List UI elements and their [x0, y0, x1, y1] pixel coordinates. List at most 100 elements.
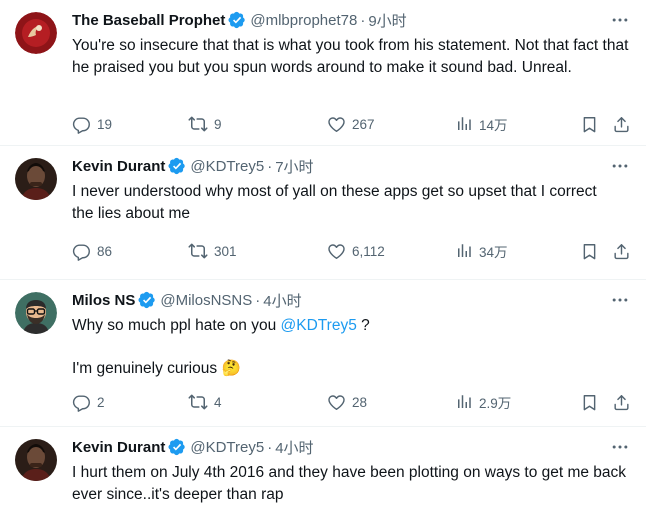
reply-count: 86 — [97, 243, 113, 259]
retweet-icon — [188, 392, 208, 412]
tweet-card[interactable]: Milos NS @MilosNSNS · 4小时 Why so much pp… — [0, 280, 646, 427]
retweet-button[interactable]: 9 — [188, 113, 222, 135]
tweet-card[interactable]: Kevin Durant @KDTrey5 · 4小时 I hurt them … — [0, 427, 646, 503]
tweet-text: I never understood why most of yall on t… — [72, 181, 612, 224]
action-bar: 86 301 6,112 34万 — [72, 240, 637, 262]
tweet-card[interactable]: The Baseball Prophet @mlbprophet78 · 9小时… — [0, 0, 646, 146]
tweet-card[interactable]: Kevin Durant @KDTrey5 · 7小时 I never unde… — [0, 146, 646, 280]
avatar[interactable] — [15, 292, 57, 334]
timestamp[interactable]: 9小时 — [368, 10, 406, 31]
reply-button[interactable]: 86 — [72, 240, 112, 262]
action-bar: 19 9 267 14万 — [72, 113, 637, 135]
display-name[interactable]: Milos NS — [72, 292, 135, 309]
tweet-text-content: I'm genuinely curious — [72, 359, 218, 377]
bookmark-button[interactable] — [580, 113, 599, 135]
more-options-icon[interactable] — [608, 437, 632, 457]
avatar-image — [15, 439, 57, 481]
reply-count: 2 — [97, 394, 105, 410]
views-analytics-icon — [455, 393, 473, 411]
retweet-count: 9 — [214, 116, 222, 132]
retweet-count: 4 — [214, 394, 222, 410]
mention-link[interactable]: @KDTrey5 — [281, 317, 357, 334]
views-analytics-icon — [455, 242, 473, 260]
display-name[interactable]: The Baseball Prophet — [72, 12, 225, 29]
timestamp[interactable]: 4小时 — [275, 437, 313, 458]
user-handle[interactable]: @MilosNSNS — [160, 292, 252, 309]
like-button[interactable]: 6,112 — [327, 240, 385, 262]
share-button[interactable] — [612, 391, 631, 413]
retweet-icon — [188, 114, 208, 134]
user-handle[interactable]: @KDTrey5 — [190, 158, 264, 175]
share-icon — [612, 242, 631, 261]
retweet-count: 301 — [214, 243, 237, 259]
reply-count: 19 — [97, 116, 113, 132]
tweet-header: Kevin Durant @KDTrey5 · 7小时 — [72, 156, 314, 176]
tweet-header: Kevin Durant @KDTrey5 · 4小时 — [72, 437, 314, 457]
separator-dot: · — [267, 157, 273, 175]
reply-icon — [72, 115, 91, 134]
more-options-icon[interactable] — [608, 290, 632, 310]
avatar-image — [15, 12, 57, 54]
retweet-button[interactable]: 301 — [188, 240, 237, 262]
bookmark-button[interactable] — [580, 391, 599, 413]
tweet-text-content: I hurt them on July 4th 2016 and they ha… — [72, 464, 627, 503]
views-count: 14万 — [479, 118, 508, 133]
display-name[interactable]: Kevin Durant — [72, 158, 165, 175]
share-icon — [612, 393, 631, 412]
views-count: 34万 — [479, 245, 508, 260]
like-count: 6,112 — [352, 243, 385, 259]
tweet-text: I hurt them on July 4th 2016 and they ha… — [72, 462, 627, 505]
verified-badge-icon — [168, 157, 186, 175]
action-bar: 2 4 28 2.9万 — [72, 391, 637, 413]
like-count: 28 — [352, 394, 368, 410]
like-heart-icon — [327, 393, 346, 412]
reply-button[interactable]: 19 — [72, 113, 112, 135]
display-name[interactable]: Kevin Durant — [72, 439, 165, 456]
views-analytics-icon — [455, 115, 473, 133]
like-heart-icon — [327, 242, 346, 261]
bookmark-icon — [580, 393, 599, 412]
tweet-text-line: Why so much ppl hate on you @KDTrey5 ? — [72, 315, 632, 337]
tweet-header: The Baseball Prophet @mlbprophet78 · 9小时 — [72, 10, 407, 30]
bookmark-icon — [580, 115, 599, 134]
bookmark-button[interactable] — [580, 240, 599, 262]
avatar[interactable] — [15, 158, 57, 200]
share-button[interactable] — [612, 240, 631, 262]
bookmark-icon — [580, 242, 599, 261]
avatar[interactable] — [15, 12, 57, 54]
views-button[interactable]: 2.9万 — [455, 391, 511, 413]
reply-icon — [72, 242, 91, 261]
user-handle[interactable]: @mlbprophet78 — [250, 12, 357, 29]
views-count: 2.9万 — [479, 396, 512, 411]
verified-badge-icon — [168, 438, 186, 456]
tweet-text-content: I never understood why most of yall on t… — [72, 183, 597, 222]
reply-button[interactable]: 2 — [72, 391, 105, 413]
avatar-image — [15, 158, 57, 200]
more-options-icon[interactable] — [608, 156, 632, 176]
like-heart-icon — [327, 115, 346, 134]
timestamp[interactable]: 7小时 — [275, 156, 313, 177]
like-button[interactable]: 267 — [327, 113, 375, 135]
avatar[interactable] — [15, 439, 57, 481]
timestamp[interactable]: 4小时 — [263, 290, 301, 311]
retweet-icon — [188, 241, 208, 261]
share-icon — [612, 115, 631, 134]
separator-dot: · — [255, 291, 261, 309]
thinking-face-emoji: 🤔 — [221, 359, 241, 377]
avatar-image — [15, 292, 57, 334]
views-button[interactable]: 14万 — [455, 113, 508, 135]
views-button[interactable]: 34万 — [455, 240, 508, 262]
like-button[interactable]: 28 — [327, 391, 367, 413]
user-handle[interactable]: @KDTrey5 — [190, 439, 264, 456]
like-count: 267 — [352, 116, 375, 132]
tweet-text: You're so insecure that that is what you… — [72, 35, 632, 78]
tweet-text-content: ? — [356, 317, 370, 334]
tweet-header: Milos NS @MilosNSNS · 4小时 — [72, 290, 302, 310]
separator-dot: · — [267, 438, 273, 456]
share-button[interactable] — [612, 113, 631, 135]
separator-dot: · — [360, 11, 366, 29]
tweet-text: Why so much ppl hate on you @KDTrey5 ? I… — [72, 315, 632, 379]
more-options-icon[interactable] — [608, 10, 632, 30]
tweet-text-line: I'm genuinely curious 🤔 — [72, 358, 632, 380]
retweet-button[interactable]: 4 — [188, 391, 222, 413]
